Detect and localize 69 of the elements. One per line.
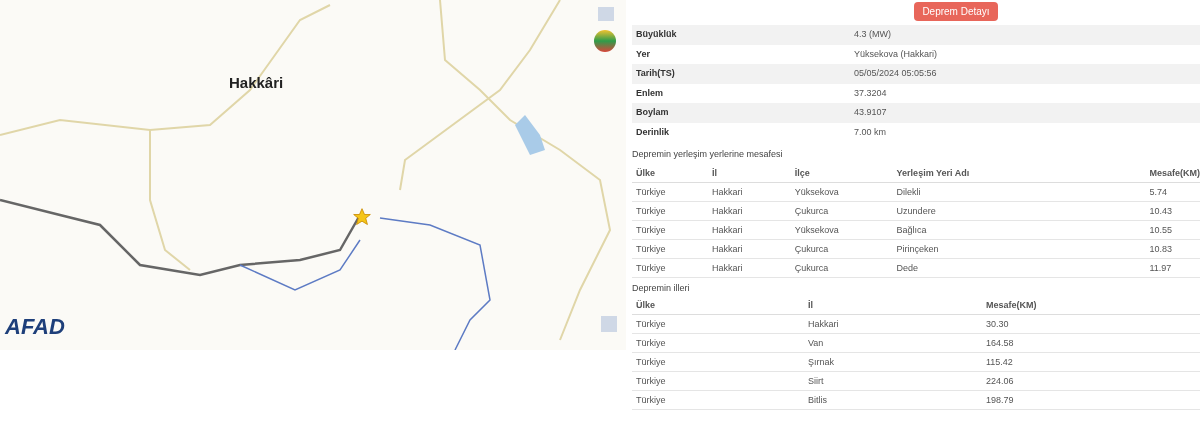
table-cell: Uzundere — [892, 201, 1146, 220]
table-cell: 115.42 — [982, 352, 1200, 372]
table-cell: 11.97 — [1145, 258, 1200, 277]
table-cell: Siirt — [804, 371, 982, 391]
table-cell: 10.43 — [1145, 201, 1200, 220]
detail-label: Tarih(TS) — [635, 67, 676, 80]
table-cell: Dilekli — [892, 182, 1146, 201]
column-header: İlçe — [790, 163, 893, 182]
table-cell: Yüksekova — [790, 182, 893, 201]
table-cell: Türkiye — [632, 201, 708, 220]
map[interactable]: Hakkâri AFAD — [0, 0, 626, 350]
table-cell: Bitlis — [804, 390, 982, 410]
detail-value: 7.00 km — [854, 125, 886, 139]
table-cell: Hakkari — [804, 314, 982, 334]
detail-value: 05/05/2024 05:05:56 — [854, 67, 937, 80]
table-cell: Türkiye — [632, 390, 804, 410]
map-city-label: Hakkâri — [229, 73, 284, 93]
table-cell: Türkiye — [632, 182, 708, 201]
detail-label: Büyüklük — [635, 28, 678, 41]
section-title: Depremin yerleşim yerlerine mesafesi — [632, 148, 784, 161]
table-cell: Türkiye — [632, 333, 804, 353]
table-cell: Hakkari — [707, 258, 791, 277]
table-cell: 10.83 — [1145, 239, 1200, 258]
map-control-icon[interactable] — [598, 7, 614, 21]
table-cell: Hakkari — [707, 239, 791, 258]
table-cell: Türkiye — [632, 258, 708, 277]
detail-value: 37.3204 — [854, 86, 887, 100]
table-cell: Van — [804, 333, 982, 353]
map-control-icon[interactable] — [601, 316, 617, 332]
table-cell: Yüksekova — [790, 220, 893, 239]
column-header: İl — [707, 163, 791, 182]
table-cell: Pirinçeken — [892, 239, 1146, 258]
table-cell: Türkiye — [632, 371, 804, 391]
detail-label: Derinlik — [635, 125, 670, 139]
star-icon — [352, 207, 372, 227]
layers-icon[interactable] — [594, 30, 616, 52]
column-header: Mesafe(KM) — [1145, 163, 1200, 182]
detail-label: Yer — [635, 47, 651, 61]
detail-value: 43.9107 — [854, 106, 887, 119]
table-cell: Türkiye — [632, 220, 708, 239]
table-cell: Hakkari — [707, 201, 791, 220]
table-cell: 10.55 — [1145, 220, 1200, 239]
detail-value: Yüksekova (Hakkari) — [854, 47, 938, 61]
table-cell: Bağlıca — [892, 220, 1146, 239]
table-cell: Türkiye — [632, 239, 708, 258]
detail-label: Boylam — [635, 106, 670, 119]
column-header: Yerleşim Yeri Adı — [892, 163, 1146, 182]
table-cell: 5.74 — [1145, 182, 1200, 201]
table-cell: Çukurca — [790, 258, 893, 277]
table-cell: Türkiye — [632, 314, 804, 334]
table-cell: 198.79 — [982, 390, 1200, 410]
table-cell: Şırnak — [804, 352, 982, 372]
table-cell: Çukurca — [790, 201, 893, 220]
table-cell: 224.06 — [982, 371, 1200, 391]
table-cell: 30.30 — [982, 314, 1200, 334]
table-cell: Türkiye — [632, 352, 804, 372]
column-header: Mesafe(KM) — [982, 296, 1200, 315]
table-cell: Hakkari — [707, 220, 791, 239]
detail-value: 4.3 (MW) — [854, 28, 891, 41]
column-header: İl — [804, 296, 982, 315]
table-cell: Çukurca — [790, 239, 893, 258]
table-cell: Hakkari — [707, 182, 791, 201]
logo: AFAD — [5, 313, 65, 341]
detail-label: Enlem — [635, 86, 664, 100]
section-title: Depremin illeri — [632, 281, 691, 295]
table-cell: 164.58 — [982, 333, 1200, 353]
table-cell: Dede — [892, 258, 1146, 277]
column-header: Ülke — [632, 163, 708, 182]
column-header: Ülke — [632, 296, 804, 315]
